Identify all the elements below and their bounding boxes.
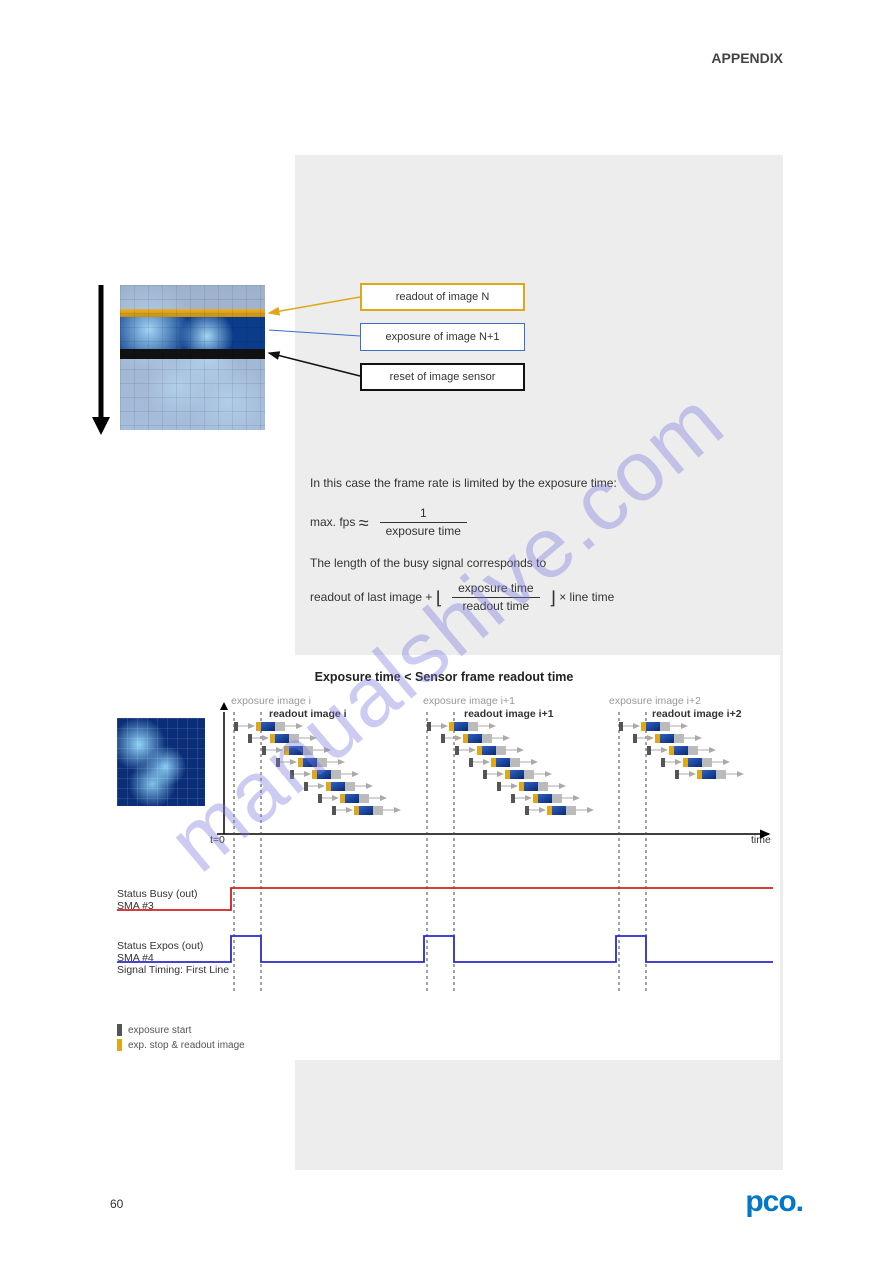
eq2-pre: readout of last image + xyxy=(310,590,436,604)
legend-exp-stop: exp. stop & readout image xyxy=(128,1040,245,1051)
eq2-denominator: readout time xyxy=(452,598,539,615)
eq1-lhs: max. fps xyxy=(310,515,355,529)
page-number: 60 xyxy=(110,1197,123,1211)
scan-direction-arrow xyxy=(90,285,112,435)
sensor-image xyxy=(120,285,265,430)
equation-busy: readout of last image + ⌊ exposure time … xyxy=(310,580,770,616)
para2-text: The length of the busy signal correspond… xyxy=(310,556,546,570)
paragraph-busy: The length of the busy signal correspond… xyxy=(310,555,770,572)
timing-chart: Exposure time < Sensor frame readout tim… xyxy=(108,655,780,1060)
pco-logo: pco. xyxy=(745,1185,803,1219)
eq1-denominator: exposure time xyxy=(380,523,467,540)
eq2-mult: × line time xyxy=(559,590,614,604)
chart-svg xyxy=(109,692,781,1027)
sensor-stripe-diagram: readout of image N exposure of image N+1… xyxy=(80,265,780,495)
label-readout: readout of image N xyxy=(360,283,525,311)
label-reset: reset of image sensor xyxy=(360,363,525,391)
chart-legend: exposure start exp. stop & readout image xyxy=(117,1021,245,1051)
equation-fps: max. fps ≈ 1 exposure time xyxy=(310,505,770,541)
para1-text: In this case the frame rate is limited b… xyxy=(310,476,617,490)
paragraph-frame-rate: In this case the frame rate is limited b… xyxy=(310,475,770,492)
chart-title: Exposure time < Sensor frame readout tim… xyxy=(109,656,779,684)
legend-exp-start: exposure start xyxy=(128,1025,191,1036)
eq2-numerator: exposure time xyxy=(452,580,539,598)
eq1-numerator: 1 xyxy=(380,505,467,523)
connector-lines xyxy=(265,285,365,385)
page-header: APPENDIX xyxy=(0,44,893,72)
label-exposure: exposure of image N+1 xyxy=(360,323,525,351)
